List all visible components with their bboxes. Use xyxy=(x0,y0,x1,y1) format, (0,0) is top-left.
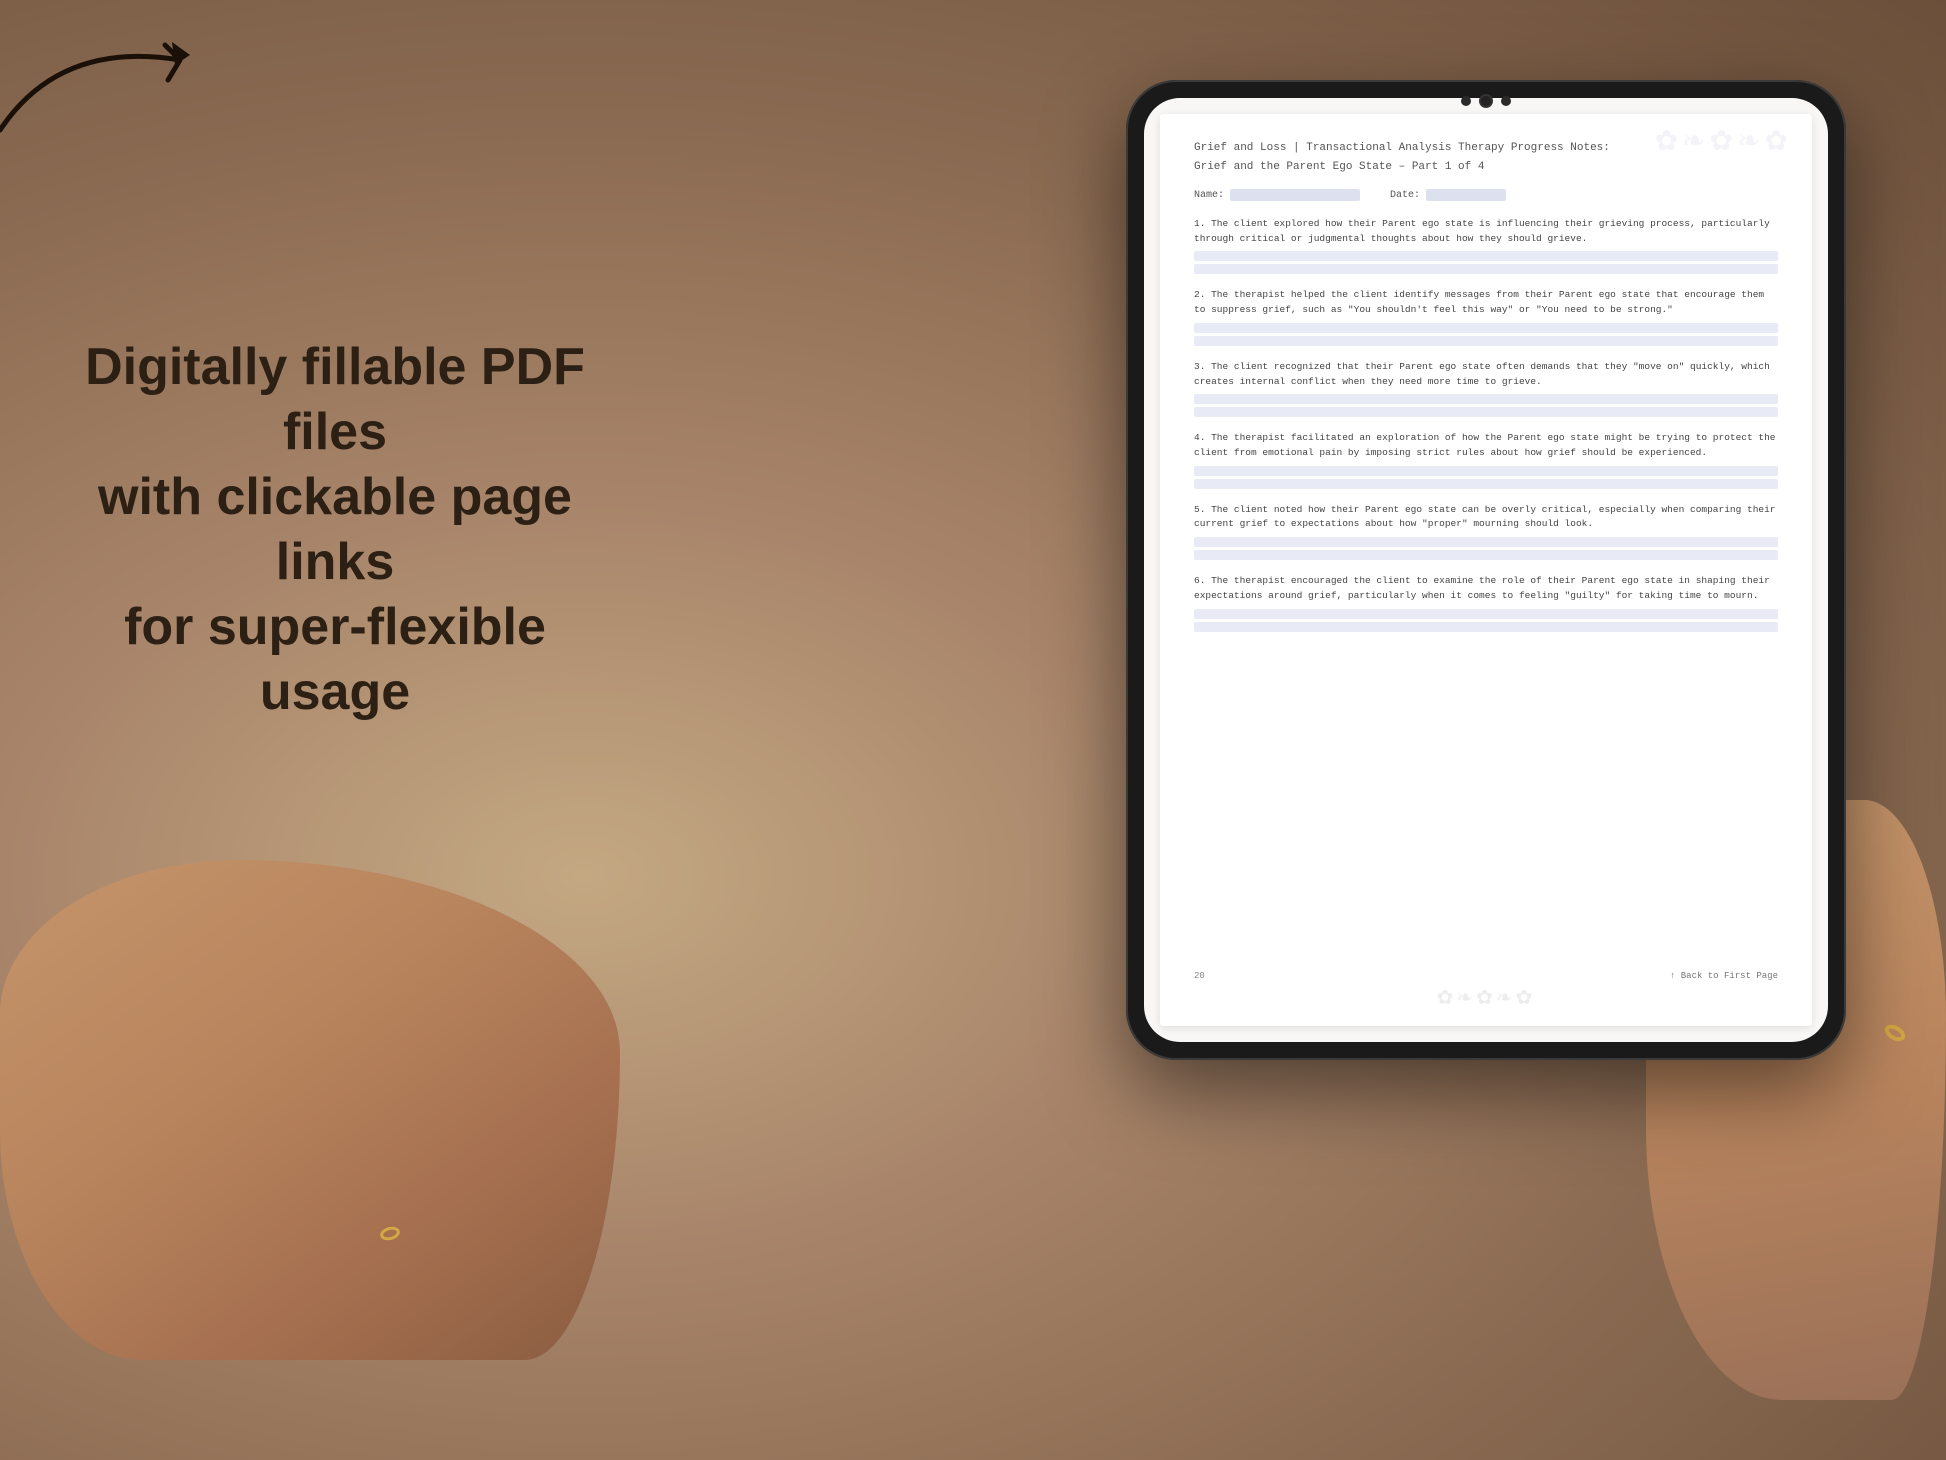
input-line[interactable] xyxy=(1194,407,1778,417)
input-line[interactable] xyxy=(1194,537,1778,547)
left-panel: Digitally fillable PDF files with clicka… xyxy=(60,200,610,725)
item-6-input xyxy=(1194,609,1778,632)
watermark-bottom: ✿❧✿❧✿ xyxy=(1194,985,1778,1010)
pdf-item-1-text: 1. The client explored how their Parent … xyxy=(1194,217,1778,246)
tablet-screen: ✿❧✿❧✿ Grief and Loss | Transactional Ana… xyxy=(1144,98,1828,1042)
input-line[interactable] xyxy=(1194,550,1778,560)
input-line[interactable] xyxy=(1194,336,1778,346)
decorative-arrow xyxy=(0,20,240,150)
input-line[interactable] xyxy=(1194,251,1778,261)
tablet-outer-shell: ✿❧✿❧✿ Grief and Loss | Transactional Ana… xyxy=(1126,80,1846,1060)
input-line[interactable] xyxy=(1194,479,1778,489)
pdf-item-5-text: 5. The client noted how their Parent ego… xyxy=(1194,503,1778,532)
name-date-row: Name: Date: xyxy=(1194,189,1778,201)
back-to-first-page-link[interactable]: ↑ Back to First Page xyxy=(1670,971,1778,981)
item-6-number: 6. xyxy=(1194,575,1211,586)
name-label: Name: xyxy=(1194,190,1224,201)
watermark-top: ✿❧✿❧✿ xyxy=(1655,124,1792,158)
pdf-document: ✿❧✿❧✿ Grief and Loss | Transactional Ana… xyxy=(1160,114,1812,1026)
item-3-number: 3. xyxy=(1194,361,1211,372)
pdf-footer: 20 ↑ Back to First Page xyxy=(1194,963,1778,981)
input-line[interactable] xyxy=(1194,323,1778,333)
pdf-title-line2: Grief and the Parent Ego State – Part 1 … xyxy=(1194,159,1778,176)
pdf-item-3: 3. The client recognized that their Pare… xyxy=(1194,360,1778,417)
pdf-item-4: 4. The therapist facilitated an explorat… xyxy=(1194,431,1778,488)
pdf-item-6: 6. The therapist encouraged the client t… xyxy=(1194,574,1778,631)
pdf-item-1: 1. The client explored how their Parent … xyxy=(1194,217,1778,274)
date-input-line[interactable] xyxy=(1426,189,1506,201)
pdf-item-3-text: 3. The client recognized that their Pare… xyxy=(1194,360,1778,389)
pdf-item-2-text: 2. The therapist helped the client ident… xyxy=(1194,288,1778,317)
tablet-camera-bar xyxy=(1461,94,1511,108)
item-2-input xyxy=(1194,323,1778,346)
input-line[interactable] xyxy=(1194,466,1778,476)
input-line[interactable] xyxy=(1194,394,1778,404)
tablet-device: ✿❧✿❧✿ Grief and Loss | Transactional Ana… xyxy=(1126,80,1846,1060)
pdf-item-4-text: 4. The therapist facilitated an explorat… xyxy=(1194,431,1778,460)
item-4-number: 4. xyxy=(1194,432,1211,443)
pdf-item-2: 2. The therapist helped the client ident… xyxy=(1194,288,1778,345)
input-line[interactable] xyxy=(1194,622,1778,632)
pdf-page-number: 20 xyxy=(1194,971,1205,981)
pdf-item-5: 5. The client noted how their Parent ego… xyxy=(1194,503,1778,560)
item-3-input xyxy=(1194,394,1778,417)
item-1-input xyxy=(1194,251,1778,274)
item-4-input xyxy=(1194,466,1778,489)
camera-dot-1 xyxy=(1461,96,1471,106)
item-5-number: 5. xyxy=(1194,504,1211,515)
date-label: Date: xyxy=(1390,190,1420,201)
pdf-item-6-text: 6. The therapist encouraged the client t… xyxy=(1194,574,1778,603)
name-input-line[interactable] xyxy=(1230,189,1360,201)
date-field: Date: xyxy=(1390,189,1506,201)
item-5-input xyxy=(1194,537,1778,560)
camera-dot-3 xyxy=(1501,96,1511,106)
item-1-number: 1. xyxy=(1194,218,1211,229)
item-2-number: 2. xyxy=(1194,289,1211,300)
camera-dot-2 xyxy=(1479,94,1493,108)
input-line[interactable] xyxy=(1194,609,1778,619)
left-hand xyxy=(0,860,620,1360)
input-line[interactable] xyxy=(1194,264,1778,274)
name-field: Name: xyxy=(1194,189,1360,201)
pdf-items-list: 1. The client explored how their Parent … xyxy=(1194,217,1778,646)
main-tagline: Digitally fillable PDF files with clicka… xyxy=(60,335,610,725)
